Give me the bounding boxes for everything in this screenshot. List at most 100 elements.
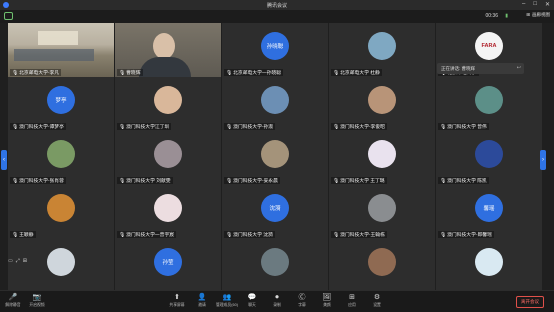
toolbar-label: 美颜	[323, 303, 331, 307]
next-page-button[interactable]: ›	[540, 150, 546, 170]
chat-button[interactable]: 💬 聊天	[239, 293, 265, 308]
participant-tile[interactable]: 🎙澳门科技大学-李俊昭	[329, 77, 435, 131]
invite-button[interactable]: 👤 邀请	[189, 293, 215, 308]
participant-tile[interactable]: 🎙澳门科技大学 曾伟	[436, 77, 542, 131]
participant-tile[interactable]: 🎙澳门科技大学-张肖蓉	[8, 131, 114, 185]
participant-tile[interactable]	[222, 239, 328, 293]
meeting-info-icon[interactable]	[4, 12, 13, 20]
view-switch-button[interactable]: ⊞ 画廊视图	[526, 12, 550, 18]
participant-tile[interactable]: 🎙澳门科技大学 陈凯	[436, 131, 542, 185]
participant-tile[interactable]: 🎙曹晓辉	[115, 23, 221, 77]
participant-tile[interactable]: 🎙北京邮电大学-李凡	[8, 23, 114, 77]
leave-meeting-button[interactable]: 离开会议	[516, 296, 544, 308]
title-bar: 腾讯会议 – □ ✕	[0, 0, 554, 10]
avatar: 孙莹	[154, 247, 182, 276]
share-screen-button[interactable]: ⬆ 共享屏幕	[164, 293, 190, 308]
effects-button[interactable]: 🖼 美颜	[314, 293, 340, 308]
avatar	[368, 85, 396, 114]
participant-tile[interactable]: 孙莹	[115, 239, 221, 293]
participant-tile[interactable]: 🎙澳门科技大学一曾宇宸	[115, 185, 221, 239]
apps-button[interactable]: ⊞ 应用	[339, 293, 365, 308]
members-icon: 👥	[222, 294, 232, 301]
expand-icon[interactable]: ⤢	[16, 258, 20, 264]
participant-name: 🎙澳门科技大学-郎馨瑶	[438, 231, 494, 238]
participant-name-text: 北京邮电大学一孙晓聪	[233, 71, 282, 76]
participant-tile[interactable]: 🎙澳门科技大学 王丁璐	[329, 131, 435, 185]
avatar: FARA	[475, 31, 503, 60]
record-button[interactable]: ⏺ 录制	[264, 293, 290, 308]
participant-tile[interactable]: 🎙王颖静	[8, 185, 114, 239]
avatar: 沈漪	[261, 193, 289, 222]
participant-tile[interactable]: 🎙澳门科技大学江丁圳	[115, 77, 221, 131]
participant-name: 🎙澳门科技大学-张肖蓉	[10, 177, 66, 184]
toolbar-label: 共享屏幕	[169, 303, 185, 307]
signal-icon[interactable]: ▮	[505, 13, 508, 19]
caption-icon: Ⓒ	[298, 294, 306, 301]
participant-tile[interactable]: 🎙澳门科技大学-妥永晨	[222, 131, 328, 185]
participant-tile[interactable]	[8, 239, 114, 293]
participant-name: 🎙澳门科技大学-孙淑	[224, 123, 276, 130]
participant-tile[interactable]: 梦亭 🎙澳门科技大学-谭梦亭	[8, 77, 114, 131]
members-button[interactable]: 👥 管理成员(60)	[214, 293, 240, 308]
camera-button[interactable]: 📷 开启视频	[24, 293, 50, 308]
mic-muted-icon: 🎙	[12, 179, 19, 184]
mic-muted-icon: 🎙	[119, 125, 126, 130]
avatar	[261, 139, 289, 168]
avatar	[261, 85, 289, 114]
mic-muted-icon: 🎙	[119, 233, 126, 238]
mic-muted-icon: 🎙	[226, 233, 233, 238]
participant-name-text: 澳门科技大学-孙淑	[233, 125, 274, 130]
mic-muted-icon: 🎙	[12, 233, 19, 238]
participant-tile[interactable]	[436, 239, 542, 293]
toolbar-label: 开启视频	[29, 303, 45, 307]
caption-button[interactable]: Ⓒ 字幕	[289, 293, 315, 308]
participant-name-text: 澳门科技大学-张肖蓉	[19, 179, 64, 184]
mic-button[interactable]: 🎤 解除静音	[0, 293, 26, 308]
avatar	[368, 139, 396, 168]
grid-small-icon[interactable]: ⊞	[23, 258, 27, 264]
participant-name: 🎙澳门科技大学-王翰栋	[331, 231, 387, 238]
avatar	[261, 247, 289, 276]
participant-tile[interactable]: 🎙澳门科技大学 刘献雯	[115, 131, 221, 185]
participant-name: 🎙曹晓辉	[117, 69, 143, 76]
participant-name-text: 澳门科技大学江丁圳	[126, 125, 170, 130]
grid-icon: ⊞	[526, 12, 530, 17]
participant-tile[interactable]	[329, 239, 435, 293]
app-logo-icon	[3, 2, 9, 8]
participant-name-text: 澳门科技大学一曾宇宸	[126, 233, 175, 238]
close-icon[interactable]: ✕	[545, 1, 550, 8]
toolbar-label: 聊天	[248, 303, 256, 307]
participant-tile[interactable]: 孙晓聪 🎙北京邮电大学一孙晓聪	[222, 23, 328, 77]
maximize-icon[interactable]: □	[533, 1, 537, 8]
toast-close-icon[interactable]: ↩	[517, 65, 521, 71]
prev-page-button[interactable]: ‹	[1, 150, 7, 170]
mic-muted-icon: 🎙	[119, 179, 126, 184]
avatar: 梦亭	[47, 85, 75, 114]
participant-tile[interactable]: 🎙北京邮电大学 杜静	[329, 23, 435, 77]
participant-tile[interactable]: 沈漪 🎙澳门科技大学 沈漪	[222, 185, 328, 239]
toolbar-label: 邀请	[198, 303, 206, 307]
participant-tile[interactable]: 馨瑶 🎙澳门科技大学-郎馨瑶	[436, 185, 542, 239]
chat-icon: 💬	[247, 294, 257, 301]
invite-icon: 👤	[197, 294, 207, 301]
participant-name: 🎙澳门科技大学 沈漪	[224, 231, 275, 238]
toolbar-label: 解除静音	[5, 303, 21, 307]
bottom-toolbar: 离开会议 🎤 解除静音 📷 开启视频 ⬆ 共享屏幕 👤 邀请 👥 管理成员(60) 💬 聊天 ⏺ 录制 Ⓒ 字…	[0, 290, 554, 312]
record-icon: ⏺	[275, 294, 279, 301]
view-label: 画廊视图	[532, 12, 550, 17]
participant-tile[interactable]: 🎙澳门科技大学-王翰栋	[329, 185, 435, 239]
avatar	[368, 193, 396, 222]
participant-name: 🎙澳门科技大学-谭梦亭	[10, 123, 66, 130]
settings-button[interactable]: ⚙ 设置	[364, 293, 390, 308]
participant-tile[interactable]: 🎙澳门科技大学-孙淑	[222, 77, 328, 131]
toolbar-label: 设置	[373, 303, 381, 307]
minimize-icon[interactable]: –	[522, 1, 525, 8]
mic-muted-icon: 🎙	[333, 233, 340, 238]
mic-muted-icon: 🎙	[333, 179, 340, 184]
participant-name-text: 澳门科技大学 刘献雯	[126, 179, 171, 184]
speaking-text: 正在讲话: 曹晓辉	[441, 65, 475, 71]
toolbar-label: 应用	[348, 303, 356, 307]
mic-muted-icon: 🎙	[333, 71, 340, 76]
layout-icon[interactable]: ▭	[8, 258, 13, 264]
mic-muted-icon: 🎙	[119, 71, 126, 76]
